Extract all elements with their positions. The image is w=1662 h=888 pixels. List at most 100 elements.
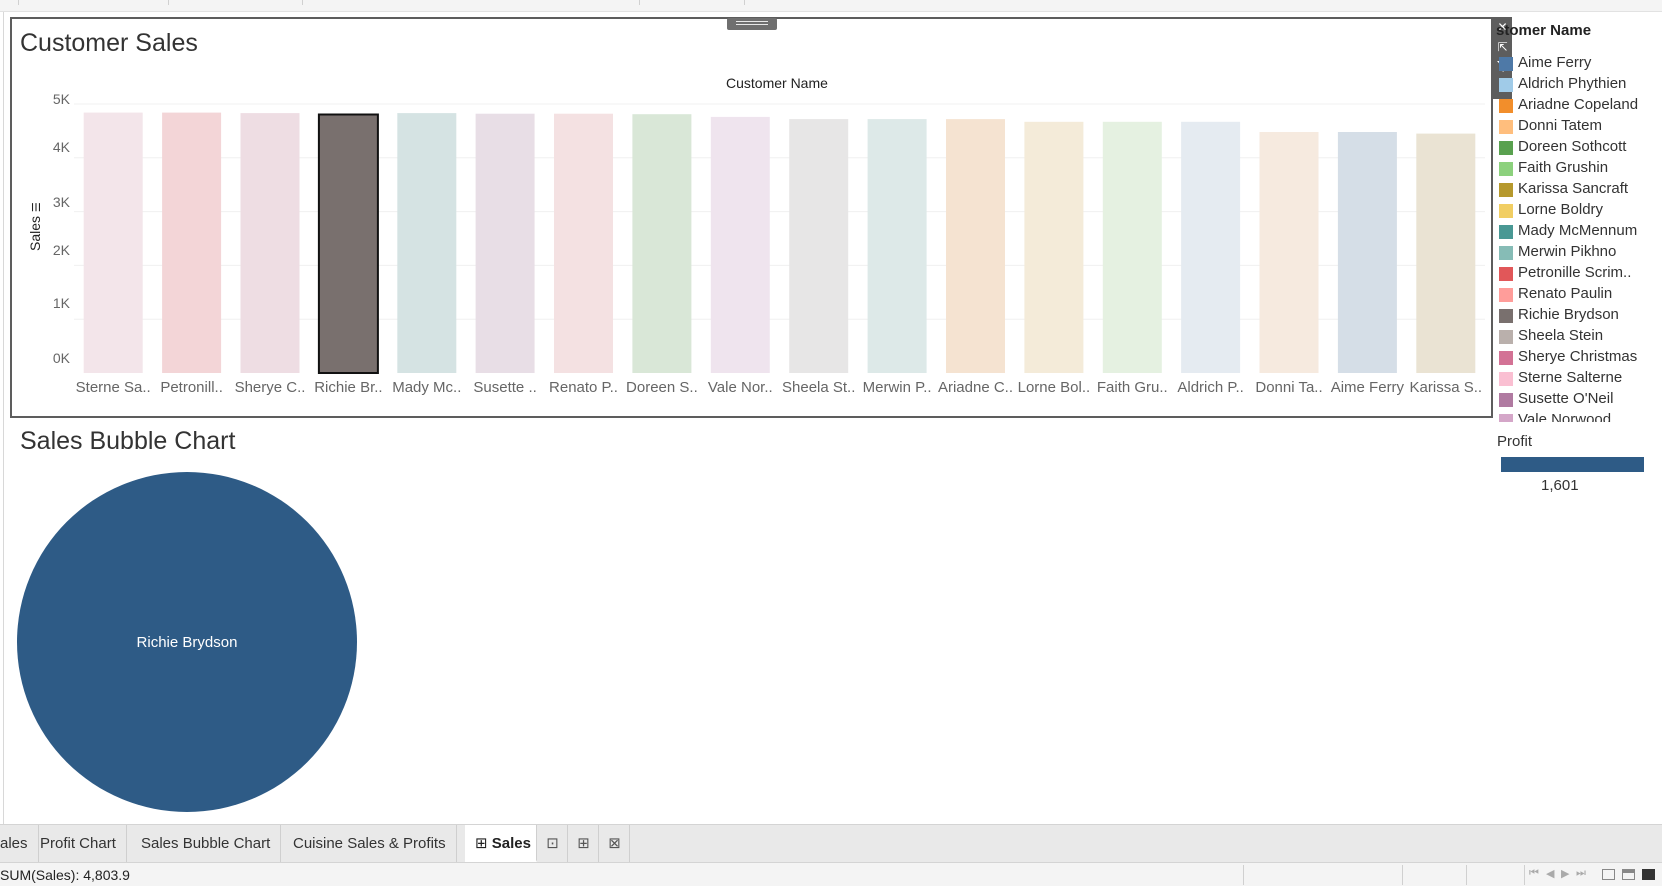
- legend-swatch: [1499, 78, 1513, 92]
- tab-sales-label: Sales: [491, 835, 531, 852]
- legend-swatch: [1499, 183, 1513, 197]
- legend-swatch: [1499, 351, 1513, 365]
- legend-item[interactable]: Donni Tatem: [1496, 117, 1662, 138]
- legend-item[interactable]: Sheela Stein: [1496, 327, 1662, 348]
- legend-label: Petronille Scrim..: [1518, 264, 1632, 281]
- legend-swatch: [1499, 204, 1513, 218]
- bar[interactable]: [1024, 121, 1084, 373]
- tableau-window: ✕ ⇱ ▾ Customer Sales Customer Name Sales…: [0, 0, 1662, 888]
- legend-item[interactable]: Lorne Boldry: [1496, 201, 1662, 222]
- legend-item[interactable]: Faith Grushin: [1496, 159, 1662, 180]
- legend-label: Merwin Pikhno: [1518, 243, 1617, 260]
- new-story-icon[interactable]: ⊠: [600, 825, 630, 862]
- bar[interactable]: [317, 113, 379, 374]
- legend-item[interactable]: Doreen Sothcott: [1496, 138, 1662, 159]
- y-axis-title[interactable]: Sales ☰: [27, 202, 43, 251]
- bar[interactable]: [1102, 121, 1162, 373]
- legend-item[interactable]: Aime Ferry: [1496, 54, 1662, 75]
- bar[interactable]: [554, 113, 613, 373]
- tab-profit-chart[interactable]: Profit Chart: [30, 825, 127, 862]
- legend-item[interactable]: Merwin Pikhno: [1496, 243, 1662, 264]
- y-axis-label: Sales: [27, 215, 43, 251]
- legend-swatch: [1499, 393, 1513, 407]
- legend-swatch: [1499, 225, 1513, 239]
- legend-label: Faith Grushin: [1518, 159, 1609, 176]
- legend-label: Ariadne Copeland: [1518, 96, 1639, 113]
- legend-item[interactable]: Richie Brydson: [1496, 306, 1662, 327]
- legend-swatch: [1499, 57, 1513, 71]
- x-axis-title[interactable]: Customer Name: [726, 75, 828, 91]
- bar[interactable]: [1337, 132, 1397, 373]
- legend-item[interactable]: Aldrich Phythien: [1496, 75, 1662, 96]
- legend-item[interactable]: Ariadne Copeland: [1496, 96, 1662, 117]
- top-toolbar-strip: [0, 0, 1662, 12]
- legend-item[interactable]: Sterne Salterne: [1496, 369, 1662, 390]
- tab-view-icon[interactable]: [1642, 869, 1655, 880]
- legend-item[interactable]: Mady McMennum: [1496, 222, 1662, 243]
- bar[interactable]: [83, 112, 143, 373]
- legend-label: Sterne Salterne: [1518, 369, 1623, 386]
- legend-label: Vale Norwood: [1518, 411, 1612, 422]
- legend-label: Mady McMennum: [1518, 222, 1638, 239]
- legend-label: Sheela Stein: [1518, 327, 1604, 344]
- sheet-tab-bar: ales Profit Chart Sales Bubble Chart Cui…: [0, 824, 1662, 862]
- new-dashboard-icon[interactable]: ⊞: [569, 825, 599, 862]
- profit-color-ramp: [1501, 457, 1644, 472]
- bar[interactable]: [632, 114, 692, 373]
- bar[interactable]: [162, 112, 222, 373]
- legend-item[interactable]: Vale Norwood: [1496, 411, 1662, 422]
- sales-sheet-title: Customer Sales: [20, 29, 198, 57]
- customer-name-legend: stomer Name Aime Ferry Aldrich Phythien Ar…: [1496, 22, 1662, 422]
- legend-label: Aldrich Phythien: [1518, 75, 1627, 92]
- legend-swatch: [1499, 246, 1513, 260]
- bar[interactable]: [397, 113, 457, 373]
- legend-title[interactable]: stomer Name: [1496, 22, 1591, 39]
- bar[interactable]: [946, 119, 1005, 373]
- tab-sales[interactable]: ⊞ Sales: [465, 825, 537, 862]
- legend-swatch: [1499, 414, 1513, 422]
- legend-swatch: [1499, 120, 1513, 134]
- legend-label: Susette O'Neil: [1518, 390, 1614, 407]
- legend-swatch: [1499, 330, 1513, 344]
- drag-handle-icon[interactable]: [727, 18, 777, 30]
- legend-swatch: [1499, 288, 1513, 302]
- grid-view-icon[interactable]: [1602, 869, 1615, 880]
- bar[interactable]: [710, 116, 770, 374]
- last-page-icon[interactable]: ⏭: [1576, 867, 1586, 880]
- filmstrip-view-icon[interactable]: [1622, 869, 1635, 880]
- dashboard-icon: ⊞: [475, 835, 488, 852]
- legend-swatch: [1499, 99, 1513, 113]
- legend-label: Richie Brydson: [1518, 306, 1619, 323]
- status-summary: SUM(Sales): 4,803.9: [0, 867, 130, 883]
- prev-page-icon[interactable]: ◀: [1546, 867, 1554, 880]
- tab-sales-bubble-chart[interactable]: Sales Bubble Chart: [131, 825, 282, 862]
- bar[interactable]: [240, 113, 300, 373]
- legend-swatch: [1499, 309, 1513, 323]
- legend-label: Renato Paulin: [1518, 285, 1613, 302]
- sales-bubble[interactable]: Richie Brydson: [17, 472, 357, 812]
- legend-item[interactable]: Susette O'Neil: [1496, 390, 1662, 411]
- bar[interactable]: [1416, 133, 1476, 373]
- legend-label: Doreen Sothcott: [1518, 138, 1627, 155]
- sort-icon[interactable]: ☰: [31, 202, 43, 212]
- legend-swatch: [1499, 162, 1513, 176]
- legend-label: Karissa Sancraft: [1518, 180, 1629, 197]
- bar[interactable]: [789, 119, 849, 373]
- legend-swatch: [1499, 141, 1513, 155]
- legend-label: Aime Ferry: [1518, 54, 1592, 71]
- profit-legend-title: Profit: [1497, 433, 1533, 450]
- bar[interactable]: [475, 113, 535, 373]
- legend-item[interactable]: Petronille Scrim..: [1496, 264, 1662, 285]
- bar[interactable]: [867, 119, 927, 373]
- legend-item[interactable]: Sherye Christmas: [1496, 348, 1662, 369]
- legend-item[interactable]: Renato Paulin: [1496, 285, 1662, 306]
- legend-item[interactable]: Karissa Sancraft: [1496, 180, 1662, 201]
- profit-legend-value: 1,601: [1541, 477, 1579, 494]
- tab-cuisine-sales-profits[interactable]: Cuisine Sales & Profits: [283, 825, 457, 862]
- next-page-icon[interactable]: ▶: [1561, 867, 1569, 880]
- first-page-icon[interactable]: ⏮: [1529, 867, 1539, 880]
- status-bar: SUM(Sales): 4,803.9 ⏮ ◀ ▶ ⏭: [0, 862, 1662, 886]
- new-worksheet-icon[interactable]: ⊡: [538, 825, 568, 862]
- bar[interactable]: [1181, 121, 1241, 373]
- bar[interactable]: [1259, 132, 1319, 373]
